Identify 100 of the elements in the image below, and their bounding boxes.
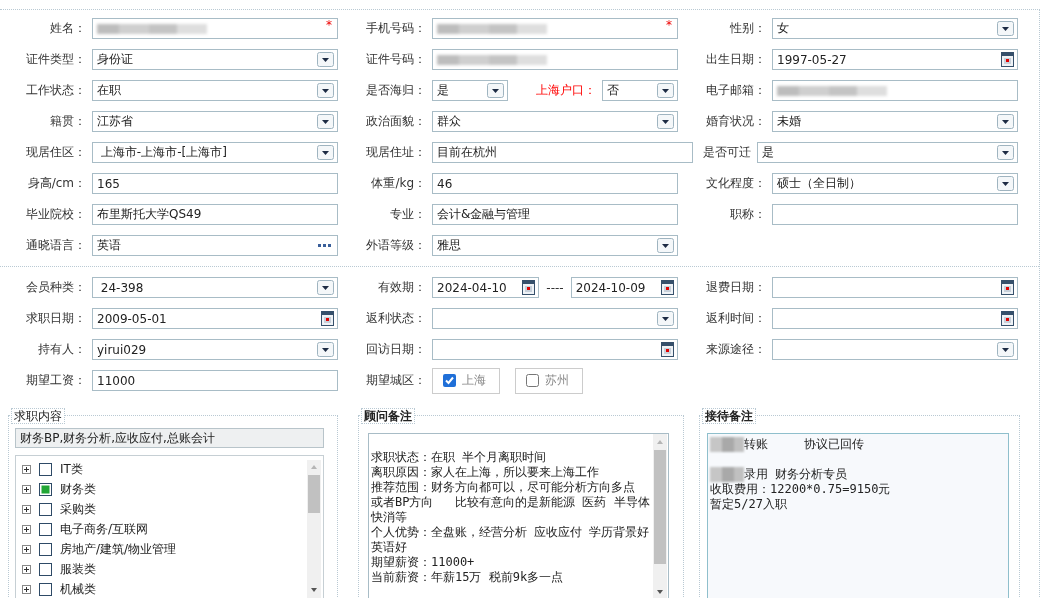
- dropdown-field[interactable]: 上海市-上海市-[上海市]: [92, 142, 338, 163]
- date-field[interactable]: [772, 277, 1018, 298]
- dropdown-field[interactable]: 未婚: [772, 111, 1018, 132]
- input-field[interactable]: [432, 49, 678, 70]
- expand-icon[interactable]: [22, 544, 31, 554]
- calendar-icon[interactable]: [1001, 280, 1014, 295]
- dropdown-field[interactable]: [772, 339, 1018, 360]
- field-label: 职称：: [729, 206, 766, 223]
- checkbox[interactable]: [39, 542, 52, 556]
- note-line: 求职状态：在职 半个月离职时间: [371, 450, 548, 465]
- dropdown-field[interactable]: 24-398: [92, 277, 338, 298]
- note-line: 期望薪资：11000+: [371, 555, 476, 570]
- field-label: 文化程度：: [705, 175, 766, 192]
- calendar-icon[interactable]: [1001, 311, 1014, 326]
- field-label: 返利时间：: [705, 310, 766, 327]
- calendar-icon[interactable]: [321, 311, 334, 326]
- category-item[interactable]: 电子商务/互联网: [60, 520, 149, 538]
- field-label: 期望工资：: [25, 372, 86, 389]
- dropdown-field[interactable]: 江苏省: [92, 111, 338, 132]
- scrollbar[interactable]: [653, 434, 667, 598]
- field-label: 婚育状况：: [705, 113, 766, 130]
- checkbox[interactable]: [39, 522, 52, 536]
- date-field[interactable]: 2024-10-09: [570, 277, 678, 298]
- field-label: 是否可迁: [702, 144, 752, 161]
- note-line: 或者BP方向 比较有意向的是新能源 医药 半导体: [371, 495, 651, 510]
- input-field[interactable]: 会计&金融与管理: [432, 204, 678, 225]
- dropdown-field[interactable]: 女: [772, 18, 1018, 39]
- field-label: 上海户口：: [535, 82, 597, 99]
- dropdown-field[interactable]: 硕士（全日制）: [772, 173, 1018, 194]
- field-label: 出生日期：: [705, 51, 766, 68]
- input-field[interactable]: 英语: [92, 235, 338, 256]
- input-field[interactable]: 165: [92, 173, 338, 194]
- dropdown-field[interactable]: [432, 308, 678, 329]
- dropdown-field[interactable]: 身份证: [92, 49, 338, 70]
- note-line: 转账 协议已回传: [744, 437, 865, 452]
- calendar-icon[interactable]: [522, 280, 536, 295]
- category-item[interactable]: 机械类: [60, 580, 96, 598]
- checkbox[interactable]: [39, 462, 52, 476]
- input-field[interactable]: *: [92, 18, 338, 39]
- expand-icon[interactable]: [22, 504, 31, 514]
- note-line: 收取费用：12200*0.75=9150元: [710, 482, 891, 497]
- ellipsis-icon[interactable]: [318, 243, 331, 248]
- field-label: 通晓语言：: [25, 237, 86, 254]
- required-mark: *: [666, 19, 672, 31]
- checkbox[interactable]: [39, 502, 52, 516]
- dropdown-field[interactable]: 是: [757, 142, 1018, 163]
- note-textarea[interactable]: 转账 协议已回传 录用 财务分析专员 收取费用：12200*0.75=9150元 暂定5/27入职: [707, 433, 1009, 598]
- expand-icon[interactable]: [22, 584, 31, 594]
- category-item[interactable]: 财务类: [60, 480, 96, 498]
- dropdown-field[interactable]: 在职: [92, 80, 338, 101]
- checkbox[interactable]: [39, 482, 52, 496]
- field-label: 退费日期：: [705, 279, 766, 296]
- note-line: 暂定5/27入职: [710, 497, 787, 512]
- checkbox[interactable]: [39, 562, 52, 576]
- date-field[interactable]: 2009-05-01: [92, 308, 338, 329]
- scrollbar[interactable]: [307, 460, 321, 598]
- city-checkbox[interactable]: 苏州: [515, 367, 583, 394]
- calendar-icon[interactable]: [1001, 52, 1014, 67]
- field-label: 现居住址：: [365, 144, 426, 161]
- blurred-text: [710, 437, 744, 452]
- note-textarea[interactable]: 求职状态：在职 半个月离职时间 离职原因：家人在上海，所以要来上海工作 推荐范围：财务方向都可以，尽可能分析方向多点 或者BP方向 比较有意向的是新能源 医药 半导体 快消等 个人优势：全盘账，经营分析 应收应付 学历背景好 英语好 期望薪资：11000+ 当前薪资：年薪15万 税前9k多一点: [368, 433, 669, 598]
- dropdown-field[interactable]: 群众: [432, 111, 678, 132]
- category-item[interactable]: IT类: [60, 460, 83, 478]
- category-item[interactable]: 采购类: [60, 500, 96, 518]
- dropdown-field[interactable]: 否: [602, 80, 678, 101]
- input-field[interactable]: [772, 204, 1018, 225]
- dropdown-field[interactable]: yirui029: [92, 339, 338, 360]
- expand-icon[interactable]: [22, 524, 31, 534]
- field-label: 会员种类：: [25, 279, 86, 296]
- calendar-icon[interactable]: [661, 280, 674, 295]
- checkbox-icon: [526, 374, 539, 387]
- selection-field: 财务BP,财务分析,应收应付,总账会计: [15, 428, 324, 448]
- input-field[interactable]: 目前在杭州: [432, 142, 693, 163]
- calendar-icon[interactable]: [661, 342, 674, 357]
- expand-icon[interactable]: [22, 564, 31, 574]
- dropdown-field[interactable]: 雅思: [432, 235, 678, 256]
- expand-icon[interactable]: [22, 484, 31, 494]
- date-field[interactable]: 1997-05-27: [772, 49, 1018, 70]
- date-field[interactable]: 2024-04-10: [432, 277, 540, 298]
- checkbox[interactable]: [39, 582, 52, 596]
- city-checkbox[interactable]: 上海: [432, 367, 500, 394]
- input-field[interactable]: *: [432, 18, 678, 39]
- field-label: 持有人：: [37, 341, 86, 358]
- field-label: 外语等级：: [365, 237, 426, 254]
- input-field[interactable]: 布里斯托大学QS49: [92, 204, 338, 225]
- field-label: 求职日期：: [25, 310, 86, 327]
- input-field[interactable]: [772, 80, 1018, 101]
- date-field[interactable]: [432, 339, 678, 360]
- note-line: 录用 财务分析专员: [744, 467, 848, 482]
- category-item[interactable]: 房地产/建筑/物业管理: [60, 540, 177, 558]
- field-label: 身高/cm：: [26, 175, 86, 192]
- field-label: 手机号码：: [365, 20, 426, 37]
- category-item[interactable]: 服装类: [60, 560, 96, 578]
- date-field[interactable]: [772, 308, 1018, 329]
- dropdown-field[interactable]: 是: [432, 80, 508, 101]
- field-label: 体重/kg：: [370, 175, 426, 192]
- note-line: 个人优势：全盘账，经营分析 应收应付 学历背景好: [371, 525, 651, 540]
- input-field[interactable]: 11000: [92, 370, 338, 391]
- expand-icon[interactable]: [22, 464, 31, 474]
- input-field[interactable]: 46: [432, 173, 678, 194]
